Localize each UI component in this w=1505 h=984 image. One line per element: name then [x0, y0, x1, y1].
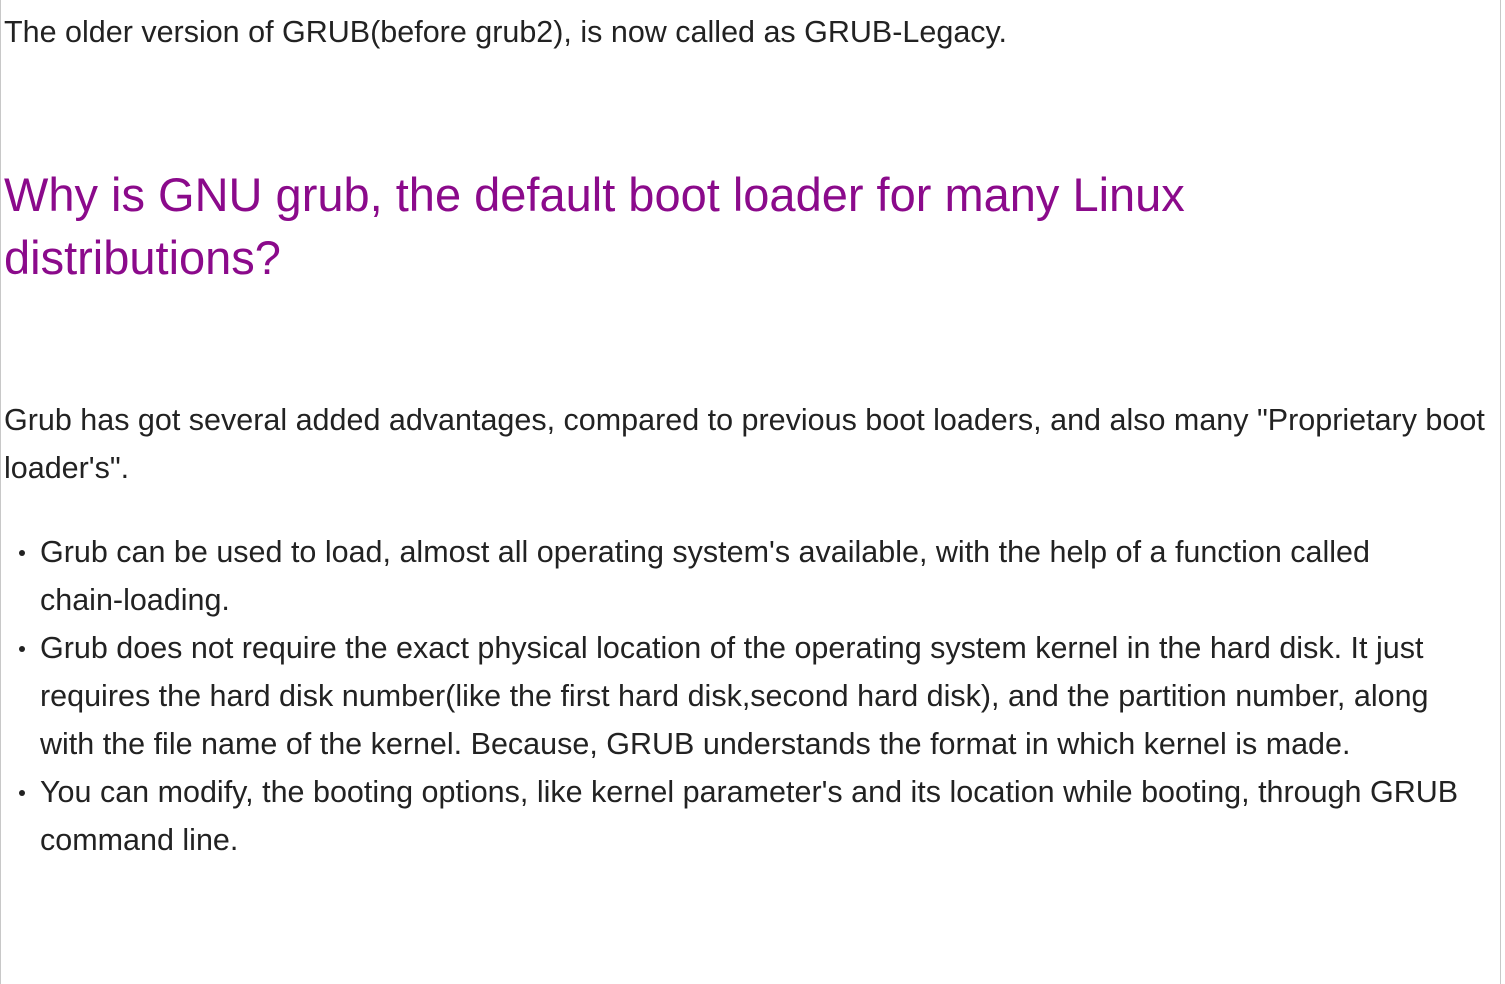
section-paragraph: Grub has got several added advantages, c… [4, 403, 1485, 485]
list-item: You can modify, the booting options, lik… [19, 768, 1461, 864]
intro-paragraph: The older version of GRUB(before grub2),… [4, 15, 1007, 49]
list-item-text: Grub can be used to load, almost all ope… [40, 535, 1370, 617]
list-item: Grub can be used to load, almost all ope… [19, 528, 1461, 624]
list-item-text: Grub does not require the exact physical… [40, 631, 1429, 761]
bullet-icon [19, 646, 25, 652]
bullet-icon [19, 790, 25, 796]
article-content: The older version of GRUB(before grub2),… [0, 0, 1501, 984]
section-heading: Why is GNU grub, the default boot loader… [4, 168, 1185, 284]
list-item-text: You can modify, the booting options, lik… [40, 775, 1459, 857]
bullet-icon [19, 550, 25, 556]
list-item: Grub does not require the exact physical… [19, 624, 1461, 768]
advantages-list: Grub can be used to load, almost all ope… [1, 528, 1461, 864]
